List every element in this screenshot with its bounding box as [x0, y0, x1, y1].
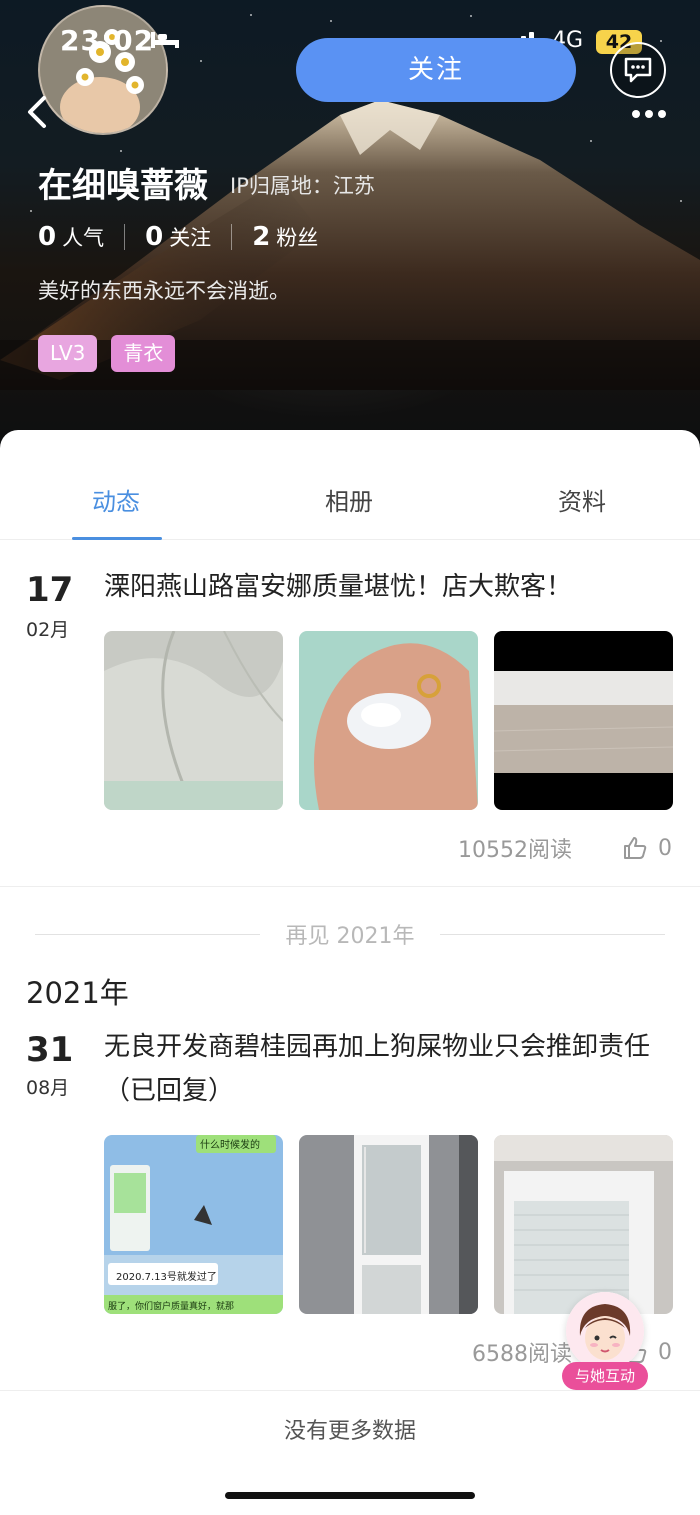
bed-icon: [151, 32, 179, 48]
post-day: 17: [26, 570, 74, 610]
level-badge[interactable]: LV3: [38, 335, 98, 372]
divider: [231, 224, 233, 250]
like-count: 0: [658, 835, 672, 861]
post-meta: 10552阅读 0: [458, 832, 672, 864]
stat-label: 粉丝: [276, 226, 319, 250]
year-separator: 再见 2021年: [0, 918, 700, 950]
no-more-data: 没有更多数据: [283, 1419, 416, 1444]
post-month: 08月: [26, 1077, 70, 1099]
interact-button[interactable]: 与她互动: [562, 1290, 650, 1392]
read-count: 6588阅读: [472, 1342, 572, 1367]
stat-following[interactable]: 0 关注: [145, 222, 211, 252]
ip-location: IP归属地：江苏: [230, 174, 375, 198]
tab-bar: 动态 相册 资料: [0, 430, 700, 540]
chat-button[interactable]: [610, 42, 666, 98]
read-count: 10552阅读: [458, 838, 572, 863]
image-text: 2020.7.13号就发过了: [116, 1272, 217, 1283]
username: 在细嗅蔷薇: [38, 166, 208, 206]
more-icon[interactable]: [632, 106, 672, 122]
post-image[interactable]: [494, 1135, 673, 1314]
image-text: 服了，你们窗户质量真好，就那: [108, 1302, 235, 1312]
image-text: 什么时候发的: [200, 1140, 260, 1151]
stat-value: 0: [145, 222, 164, 252]
stat-label: 关注: [169, 226, 212, 250]
stat-fans[interactable]: 2 粉丝: [252, 222, 318, 252]
stat-popularity[interactable]: 0 人气: [38, 222, 104, 252]
stat-label: 人气: [62, 226, 105, 250]
like-count: 0: [658, 1339, 672, 1365]
tab-album[interactable]: 相册: [289, 482, 409, 517]
post-image[interactable]: [299, 631, 478, 810]
post-image[interactable]: 什么时候发的 2020.7.13号就发过了 服了，你们窗户质量真好，就那: [104, 1135, 283, 1314]
post-month: 02月: [26, 619, 70, 641]
post-images: 什么时候发的 2020.7.13号就发过了 服了，你们窗户质量真好，就那: [104, 1135, 673, 1314]
year-heading: 2021年: [26, 976, 129, 1010]
stat-value: 2: [252, 222, 271, 252]
tab-active-indicator: [72, 537, 162, 540]
like-button[interactable]: 0: [622, 835, 672, 861]
stat-value: 0: [38, 222, 57, 252]
profile-cover: 23:02 4G 42 关注 在细嗅蔷薇 IP归属地：江苏 0 人气 0 关注 …: [0, 0, 700, 470]
post-title[interactable]: 无良开发商碧桂园再加上狗屎物业只会推卸责任（已回复）: [104, 1025, 679, 1113]
divider: [0, 886, 700, 887]
follow-button[interactable]: 关注: [296, 38, 576, 102]
status-time: 23:02: [60, 24, 155, 57]
title-badge[interactable]: 青衣: [111, 335, 176, 372]
post-images: [104, 631, 673, 810]
bio: 美好的东西永远不会消逝。: [38, 279, 290, 303]
avatar: [566, 1292, 644, 1370]
profile-stats: 0 人气 0 关注 2 粉丝: [38, 222, 318, 252]
post-title[interactable]: 溧阳燕山路富安娜质量堪忧！店大欺客！: [104, 565, 679, 609]
chat-icon: [624, 57, 652, 83]
home-indicator: [225, 1492, 475, 1499]
post-image[interactable]: [494, 631, 673, 810]
tab-profile-info[interactable]: 资料: [522, 482, 642, 517]
post-image[interactable]: [299, 1135, 478, 1314]
back-icon[interactable]: [18, 92, 54, 132]
tab-feed[interactable]: 动态: [56, 482, 176, 517]
post-day: 31: [26, 1030, 74, 1070]
divider: [124, 224, 126, 250]
year-separator-label: 再见 2021年: [285, 924, 415, 949]
thumbs-up-icon: [624, 837, 647, 859]
interact-label: 与她互动: [562, 1362, 648, 1390]
badges: LV3 青衣: [38, 335, 176, 372]
post-image[interactable]: [104, 631, 283, 810]
